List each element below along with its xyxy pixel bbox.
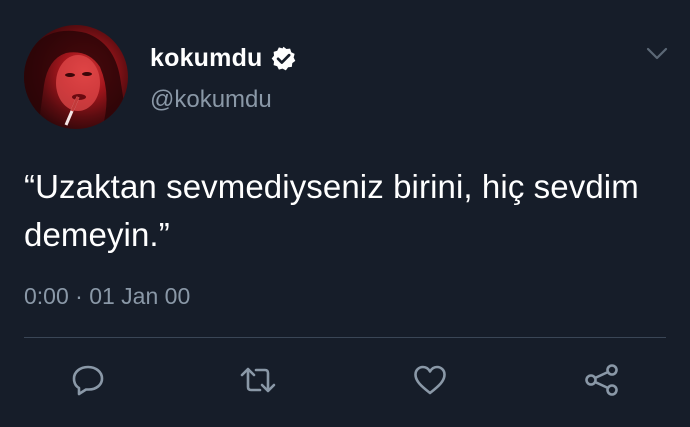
divider: [24, 337, 666, 338]
reply-icon: [72, 365, 104, 396]
retweet-icon: [240, 367, 276, 393]
share-icon: [585, 364, 618, 396]
avatar-image: [24, 30, 128, 129]
verified-badge-icon: [271, 46, 295, 70]
avatar[interactable]: [24, 25, 128, 129]
tweet-timestamp[interactable]: 0:00 · 01 Jan 00: [24, 283, 190, 310]
user-handle[interactable]: @kokumdu: [150, 86, 272, 114]
display-name[interactable]: kokumdu: [150, 44, 263, 73]
retweet-button[interactable]: [238, 362, 278, 398]
tweet-text: “Uzaktan sevmediyseniz birini, hiç sevdi…: [24, 168, 639, 253]
user-name-row: kokumdu: [150, 42, 297, 74]
like-button[interactable]: [410, 362, 450, 398]
reply-button[interactable]: [68, 362, 108, 398]
share-button[interactable]: [582, 362, 622, 398]
heart-icon: [414, 365, 446, 395]
chevron-down-icon[interactable]: [645, 46, 669, 62]
tweet-card: kokumdu @kokumdu “Uzaktan sevmediyseniz …: [0, 0, 690, 427]
